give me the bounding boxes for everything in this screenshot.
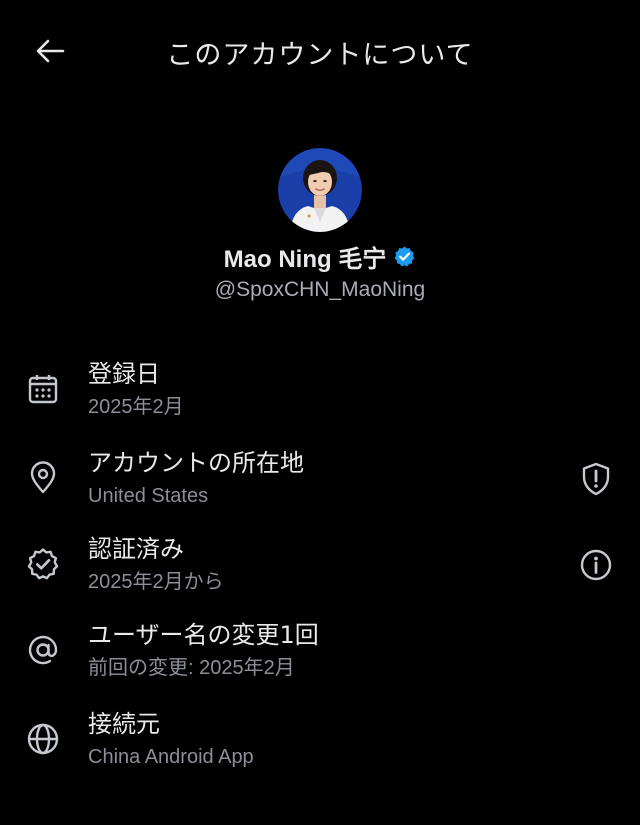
connected-via-title: 接続元 [88, 710, 160, 738]
info-icon [580, 549, 612, 581]
display-name: Mao Ning 毛宁 [223, 246, 387, 273]
username-changes-value: 前回の変更: 2025年2月 [88, 657, 295, 679]
handle: @SpoxCHN_MaoNing [214, 278, 426, 301]
info-row-location: アカウントの所在地 United States [0, 447, 640, 533]
info-row-verified: 認証済み 2025年2月から [0, 533, 640, 619]
globe-icon [27, 723, 59, 755]
info-row-connected-via: 接続元 China Android App [0, 708, 640, 794]
joined-value: 2025年2月 [88, 396, 184, 418]
location-title: アカウントの所在地 [88, 449, 304, 477]
verified-value: 2025年2月から [88, 571, 224, 593]
at-sign-icon [28, 635, 58, 665]
calendar-icon [28, 375, 58, 404]
connected-via-value: China Android App [88, 746, 254, 768]
location-pin-icon [30, 461, 56, 494]
info-row-joined: 登録日 2025年2月 [0, 358, 640, 444]
location-value: United States [88, 485, 209, 507]
verified-info-button[interactable] [578, 547, 614, 583]
shield-alert-icon [582, 462, 610, 496]
location-info-button[interactable] [578, 461, 614, 497]
joined-title: 登録日 [88, 360, 160, 388]
account-info-list: 登録日 2025年2月 アカウントの所在地 United States 認証済み… [0, 358, 640, 794]
username-changes-title: ユーザー名の変更1回 [88, 621, 319, 649]
profile-section: Mao Ning 毛宁 @SpoxCHN_MaoNing [0, 148, 640, 302]
info-row-username-changes: ユーザー名の変更1回 前回の変更: 2025年2月 [0, 619, 640, 705]
header: このアカウントについて [0, 0, 640, 100]
page-title: このアカウントについて [166, 40, 474, 71]
avatar[interactable] [278, 148, 362, 232]
verified-badge-icon[interactable] [393, 245, 416, 268]
verified-title: 認証済み [88, 535, 184, 563]
verified-check-icon [27, 548, 59, 580]
name-row: Mao Ning 毛宁 [0, 239, 640, 274]
